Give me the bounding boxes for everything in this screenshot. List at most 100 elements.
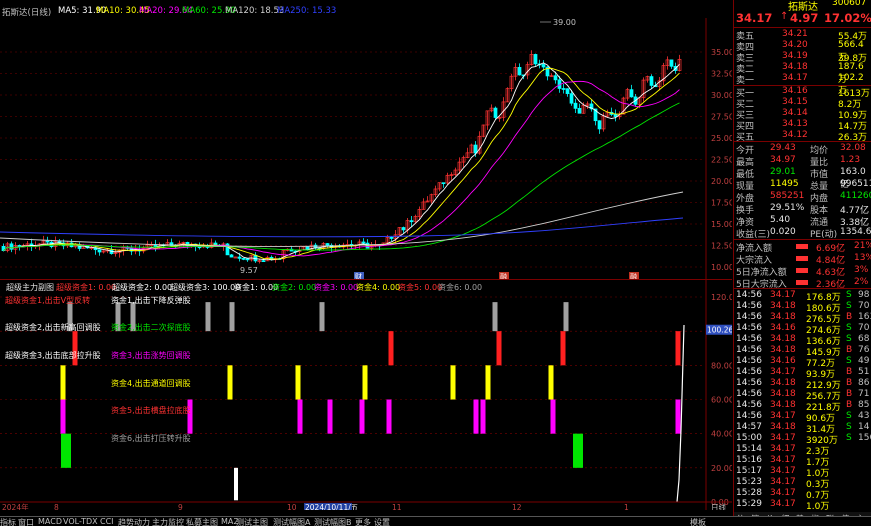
- candle-body: [409, 220, 414, 223]
- gray-signal-bar: [229, 302, 235, 332]
- bottom-tab-1[interactable]: 指标: [0, 517, 16, 526]
- tick-side: B: [846, 312, 853, 322]
- indicator-axis-label: 60.00: [711, 396, 732, 405]
- template-tab[interactable]: 模板: [690, 517, 706, 526]
- magenta-signal-bar: [675, 399, 681, 434]
- tick-price: 34.18: [770, 389, 796, 399]
- tick-price: 34.17: [770, 488, 796, 498]
- strategy-label-super-3: 超级资金3,出击底部拉升股: [5, 350, 101, 360]
- stat-value: 29.01: [770, 167, 796, 177]
- price-axis-label: 32.50: [711, 70, 732, 79]
- tick-side: S: [846, 290, 852, 300]
- gray-signal-bar: [563, 302, 569, 332]
- tick-time: 14:56: [736, 378, 762, 388]
- stat-value: 34.97: [770, 155, 796, 165]
- bid-price: 34.14: [782, 108, 808, 118]
- tick-time: 14:56: [736, 290, 762, 300]
- price-axis-label: 30.00: [711, 91, 732, 100]
- event-marker[interactable]: 融: [630, 272, 637, 280]
- bottom-tab-5[interactable]: CCI: [100, 517, 114, 526]
- candle-body: [553, 75, 558, 81]
- bottom-tab-2[interactable]: 窗口: [18, 517, 34, 526]
- tick-price: 34.17: [770, 411, 796, 421]
- candle-body: [229, 254, 234, 258]
- ask-price: 34.19: [782, 51, 808, 61]
- ask-price: 34.21: [782, 29, 808, 39]
- quote-price: 34.17: [736, 11, 773, 25]
- tick-price: 34.17: [770, 290, 796, 300]
- tick-time: 14:56: [736, 400, 762, 410]
- red-signal-bar: [388, 331, 394, 366]
- bottom-tab-11[interactable]: 测试幅图A: [273, 517, 310, 526]
- ask-price: 34.20: [782, 40, 808, 50]
- tick-count: 163: [858, 312, 871, 322]
- date-axis-label: 1: [624, 503, 629, 510]
- event-marker[interactable]: 财: [355, 272, 362, 280]
- current-value-text: 100.26: [707, 326, 732, 335]
- candle-body: [541, 64, 546, 68]
- ask-price: 34.18: [782, 62, 808, 72]
- candle-body: [517, 67, 522, 76]
- stat-value: 11495: [770, 179, 799, 189]
- tick-side: B: [846, 389, 853, 399]
- indicator-title: 超级主力副图 超级资金1: 0.00 超级资金2: 0.00 超级资金3: 100.…: [0, 282, 732, 294]
- indicator-value-7: 资金4: 0.00: [356, 283, 401, 292]
- red-signal-bar: [72, 331, 78, 366]
- yellow-signal-bar: [450, 365, 456, 400]
- yellow-signal-bar: [362, 365, 368, 400]
- ma20-line: [3, 80, 680, 257]
- strategy-label-3: 资金3,出击涨势回调股: [111, 350, 191, 360]
- red-signal-bar: [496, 331, 502, 366]
- indicator-axis-label: 40.00: [711, 430, 732, 439]
- candle-body: [361, 241, 366, 244]
- bottom-tab-8[interactable]: 私募主图: [186, 517, 218, 526]
- tick-side: S: [846, 301, 852, 311]
- candle-body: [533, 54, 538, 65]
- tick-price: 34.17: [770, 499, 796, 509]
- tick-time: 14:56: [736, 334, 762, 344]
- flow-pct: 13%: [854, 253, 871, 263]
- magenta-signal-bar: [297, 399, 303, 434]
- tick-side: S: [846, 422, 852, 432]
- date-axis-label: 10: [287, 503, 297, 510]
- tick-side: B: [846, 345, 853, 355]
- bottom-tab-14[interactable]: 设置: [374, 517, 390, 526]
- indicator-chart[interactable]: 120.00100.0080.0060.0040.0020.000.00100.…: [0, 280, 732, 510]
- tick-price: 34.18: [770, 301, 796, 311]
- bottom-tab-10[interactable]: 测试主图: [236, 517, 268, 526]
- tick-price: 34.17: [770, 444, 796, 454]
- bottom-tab-3[interactable]: MACD: [38, 517, 62, 526]
- candle-body: [569, 93, 574, 104]
- candle-body: [493, 107, 498, 118]
- magenta-signal-bar: [550, 399, 556, 434]
- bottom-tab-4[interactable]: VOL-TDX: [63, 517, 98, 526]
- stat-value: 0.020: [770, 227, 796, 237]
- period-label[interactable]: 日线: [711, 502, 726, 510]
- indicator-value-3: 超级资金3: 100.00: [170, 283, 241, 292]
- bottom-tab-6[interactable]: 趋势动力: [118, 517, 150, 526]
- tick-time: 14:57: [736, 422, 762, 432]
- bottom-tab-7[interactable]: 主力监控: [152, 517, 184, 526]
- event-marker[interactable]: 融: [500, 272, 507, 280]
- stat-value: 996511: [840, 179, 871, 189]
- candle-body: [241, 258, 246, 260]
- yellow-signal-bar: [295, 365, 301, 400]
- yellow-signal-bar: [548, 365, 554, 400]
- kline-chart[interactable]: 35.00 32.50 30.00 27.50 25.00 22.50 20.00 17.50…: [0, 0, 732, 280]
- indicator-tab-bar[interactable]: 指标 窗口 MACD VOL-TDX CCI 趋势动力 主力监控 私募主图 MA2 测试主图 测试幅…: [0, 516, 871, 526]
- price-axis-label: 10.00: [711, 263, 732, 272]
- candle-body: [577, 108, 582, 114]
- quote-change: 4.97: [790, 11, 819, 25]
- bottom-tab-13[interactable]: 更多: [355, 517, 371, 526]
- quote-change-pct: 17.02%: [824, 11, 871, 25]
- tick-count: 1568: [858, 433, 871, 443]
- magenta-signal-bar: [327, 399, 333, 434]
- stat-value: 1354.6: [840, 227, 871, 237]
- flow-bar: [796, 280, 808, 285]
- bottom-tab-12[interactable]: 测试幅图B: [314, 517, 352, 526]
- tick-price: 34.17: [770, 455, 796, 465]
- candle-body: [649, 76, 654, 86]
- tick-volume: 1.0万: [806, 502, 830, 512]
- tick-count: 14: [858, 422, 870, 432]
- tick-side: B: [846, 378, 853, 388]
